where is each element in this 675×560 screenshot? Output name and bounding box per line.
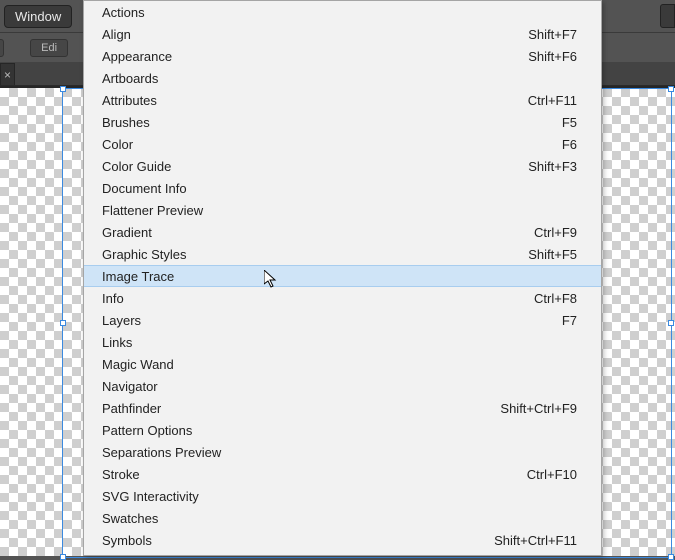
menu-item-graphic-styles[interactable]: Graphic StylesShift+F5: [84, 243, 601, 265]
menu-item-label: Artboards: [102, 71, 577, 86]
menu-item-label: Links: [102, 335, 577, 350]
menu-item-shortcut: F7: [562, 313, 577, 328]
menu-item-shortcut: Shift+Ctrl+F11: [494, 533, 577, 548]
menu-item-swatches[interactable]: Swatches: [84, 507, 601, 529]
menu-item-info[interactable]: InfoCtrl+F8: [84, 287, 601, 309]
menu-item-shortcut: Shift+F3: [528, 159, 577, 174]
menu-item-color-guide[interactable]: Color GuideShift+F3: [84, 155, 601, 177]
menu-item-label: Actions: [102, 5, 577, 20]
menu-item-artboards[interactable]: Artboards: [84, 67, 601, 89]
menu-item-color[interactable]: ColorF6: [84, 133, 601, 155]
menu-item-image-trace[interactable]: Image Trace: [84, 265, 601, 287]
menu-item-label: Color Guide: [102, 159, 528, 174]
menu-item-label: Flattener Preview: [102, 203, 577, 218]
close-icon[interactable]: ×: [1, 68, 14, 82]
menu-item-attributes[interactable]: AttributesCtrl+F11: [84, 89, 601, 111]
menu-item-label: Navigator: [102, 379, 577, 394]
menu-item-label: Brushes: [102, 115, 562, 130]
document-tab[interactable]: ×: [0, 63, 15, 85]
window-dropdown-menu[interactable]: ActionsAlignShift+F7AppearanceShift+F6Ar…: [83, 0, 602, 556]
menu-item-shortcut: Shift+F7: [528, 27, 577, 42]
menu-item-brushes[interactable]: BrushesF5: [84, 111, 601, 133]
options-button-edit[interactable]: Edi: [30, 39, 68, 57]
menu-item-label: Attributes: [102, 93, 528, 108]
menu-item-shortcut: F6: [562, 137, 577, 152]
menu-item-layers[interactable]: LayersF7: [84, 309, 601, 331]
menu-item-separations-preview[interactable]: Separations Preview: [84, 441, 601, 463]
menu-item-label: Color: [102, 137, 562, 152]
menu-item-pathfinder[interactable]: PathfinderShift+Ctrl+F9: [84, 397, 601, 419]
menu-item-navigator[interactable]: Navigator: [84, 375, 601, 397]
menu-item-label: Stroke: [102, 467, 527, 482]
menu-item-align[interactable]: AlignShift+F7: [84, 23, 601, 45]
options-button-partial-d[interactable]: d: [0, 39, 4, 57]
menu-item-label: Info: [102, 291, 534, 306]
menu-item-label: Image Trace: [102, 269, 577, 284]
menu-item-label: Pathfinder: [102, 401, 500, 416]
menu-item-label: Layers: [102, 313, 562, 328]
menu-item-shortcut: Ctrl+F8: [534, 291, 577, 306]
window-menu-button[interactable]: Window: [4, 5, 72, 28]
menu-item-shortcut: Ctrl+F10: [527, 467, 577, 482]
menu-item-symbols[interactable]: SymbolsShift+Ctrl+F11: [84, 529, 601, 551]
menu-item-shortcut: Ctrl+F9: [534, 225, 577, 240]
menu-item-shortcut: Shift+Ctrl+F9: [500, 401, 577, 416]
menu-item-label: Appearance: [102, 49, 528, 64]
menu-item-stroke[interactable]: StrokeCtrl+F10: [84, 463, 601, 485]
menu-item-document-info[interactable]: Document Info: [84, 177, 601, 199]
menu-item-gradient[interactable]: GradientCtrl+F9: [84, 221, 601, 243]
menu-item-label: SVG Interactivity: [102, 489, 577, 504]
menu-item-label: Gradient: [102, 225, 534, 240]
menu-item-pattern-options[interactable]: Pattern Options: [84, 419, 601, 441]
menu-item-label: Magic Wand: [102, 357, 577, 372]
menu-item-label: Align: [102, 27, 528, 42]
menu-item-label: Pattern Options: [102, 423, 577, 438]
menu-item-label: Graphic Styles: [102, 247, 528, 262]
menu-item-transform[interactable]: TransformShift+F8: [84, 551, 601, 556]
menu-item-svg-interactivity[interactable]: SVG Interactivity: [84, 485, 601, 507]
menu-item-links[interactable]: Links: [84, 331, 601, 353]
menu-item-shortcut: F5: [562, 115, 577, 130]
toolbar-right-edge-button[interactable]: [660, 4, 675, 28]
menu-item-label: Document Info: [102, 181, 577, 196]
menu-item-shortcut: Shift+F5: [528, 247, 577, 262]
menu-item-actions[interactable]: Actions: [84, 1, 601, 23]
menu-item-label: Separations Preview: [102, 445, 577, 460]
menu-item-appearance[interactable]: AppearanceShift+F6: [84, 45, 601, 67]
menu-item-flattener-preview[interactable]: Flattener Preview: [84, 199, 601, 221]
menu-item-shortcut: Shift+F6: [528, 49, 577, 64]
menu-item-magic-wand[interactable]: Magic Wand: [84, 353, 601, 375]
menu-item-label: Swatches: [102, 511, 577, 526]
menu-item-label: Symbols: [102, 533, 494, 548]
menu-item-shortcut: Ctrl+F11: [528, 93, 577, 108]
